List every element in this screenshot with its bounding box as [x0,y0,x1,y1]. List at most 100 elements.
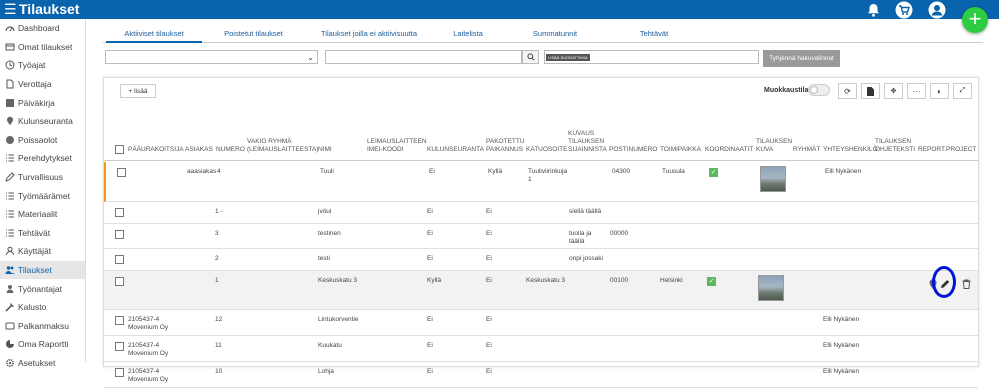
sidebar-item-omat-tilaukset[interactable]: Omat tilaukset [0,38,85,57]
sidebar-item-turvallisuus[interactable]: Turvallisuus [0,168,85,187]
cell-yhteyshenkilo: Elli Nykänen [825,168,862,175]
table-row[interactable]: 2105437-4 Movenium Oy 11 Kuukatu Ei Ei Elli N… [104,336,978,362]
fullscreen-icon: ⤢ [959,87,966,94]
col-nimi[interactable]: Nimi [318,146,366,154]
table-row[interactable]: 1 Keskuskatu 3 Kyllä Ei Keskuskatu 3 00100 Hel… [104,266,978,310]
sidebar-item-kulunseuranta[interactable]: Kulunseuranta [0,112,85,131]
search-button[interactable] [522,50,539,64]
sidebar-item-label: Turvallisuus [18,172,64,183]
cell-pakotettu: Ei [486,277,492,284]
order-photo-thumbnail[interactable] [758,275,784,301]
sidebar-item-dashboard[interactable]: Dashboard [0,19,85,38]
cell-kulunseuranta: Ei [427,368,433,375]
cell-kuvaus: onpi jossaki [569,255,603,262]
tab-device-list[interactable]: Laitelista [443,29,493,38]
table-row[interactable]: aaasiakas 4 Tuuli Ei Kyllä Tuuliviirinkuja 1 0… [104,162,978,202]
col-ohjeteksti[interactable]: Tilauksen ohjeteksti [875,138,915,154]
tab-deleted-orders[interactable]: Poistetut tilaukset [216,29,291,38]
col-kuvaus[interactable]: Kuvaus tilauksen sijainnista [568,130,608,154]
col-koordinaatit[interactable]: Koordinaatit [705,146,755,154]
filter-tag-field[interactable]: LISÄÄ SUODATTIMIA [544,50,759,64]
sidebar-item-työnantajat[interactable]: Työnantajat [0,279,85,298]
sidebar-item-oma-raportti[interactable]: Oma Raportti [0,335,85,354]
col-kuva[interactable]: Tilauksen kuva [756,138,792,154]
hamburger-menu-icon[interactable]: ☰ [4,2,17,16]
col-vakio-ryhma[interactable]: Vakio ryhmä (leimauslaitteesta) [247,138,318,154]
row-checkbox[interactable] [115,342,124,351]
sidebar-item-kalusto[interactable]: Kalusto [0,298,85,317]
clear-filters-button[interactable]: Tyhjennä hakuvalinnat [763,50,840,67]
edit-mode-label: Muokkaustila [764,87,809,94]
filter-select[interactable]: ⌄ [105,50,318,64]
col-katuosoite[interactable]: Katuosoite [526,146,567,154]
sidebar-item-perehdytykset[interactable]: Perehdytykset [0,149,85,168]
cart-icon[interactable] [895,1,913,19]
sidebar-item-poissaolot[interactable]: Poissaolot [0,131,85,150]
row-checkbox[interactable] [115,277,124,286]
bell-icon[interactable] [864,1,882,19]
table-row[interactable]: 1 - jvöui Ei Ei siellä täällä [104,202,978,224]
order-photo-thumbnail[interactable] [760,166,786,192]
payroll-icon [4,320,15,331]
sidebar-item-label: Päiväkirja [18,97,55,108]
page-title: Tilaukset [19,1,80,17]
sidebar-item-tilaukset[interactable]: Tilaukset [0,260,85,280]
add-fab-button[interactable]: + [962,7,988,33]
refresh-button[interactable]: ⟳ [838,83,857,99]
cell-postinumero: 00000 [610,230,629,237]
col-ryhmat[interactable]: Ryhmät [793,146,823,154]
col-paaurakoitsija[interactable]: Pääurakoitsija [128,146,184,154]
col-imei[interactable]: Leimauslaitteen IMEI-koodi [367,138,427,154]
sidebar-item-materiaalit[interactable]: Materiaalit [0,205,85,224]
col-postinumero[interactable]: Postinumero [609,146,659,154]
row-checkbox[interactable] [117,168,126,177]
top-bar: ☰ Tilaukset [0,0,999,19]
map-button[interactable]: ◐ [930,83,949,99]
cell-kulunseuranta: Ei [429,168,435,175]
tab-inactive-orders[interactable]: Tilaukset joilla ei aktiivisuutta [305,29,433,38]
fullscreen-button[interactable]: ⤢ [953,83,972,99]
table-row[interactable]: 3 testinen Ei Ei tuolla ja täällä 00000 [104,224,978,249]
row-checkbox[interactable] [115,230,124,239]
tab-sum-hours[interactable]: Summatunnit [523,29,587,38]
col-numero[interactable]: Numero [216,146,246,154]
filter-tag[interactable]: LISÄÄ SUODATTIMIA [546,54,590,61]
row-checkbox[interactable] [115,208,124,217]
add-order-button[interactable]: + lisää [120,84,156,98]
row-checkbox[interactable] [115,368,124,377]
user-avatar-icon[interactable] [928,1,946,19]
clock-icon [4,60,15,71]
more-button[interactable]: ··· [907,83,926,99]
tax-icon [4,79,15,90]
table-row[interactable]: 2105437-4 Movenium Oy 12 Lintukorventie Ei E… [104,310,978,336]
col-report-project[interactable]: Report.project [918,146,976,154]
col-asiakas[interactable]: Asiakas [185,146,215,154]
col-yhteyshenkilo[interactable]: Yhteyshenkilö [823,146,878,154]
tab-tasks[interactable]: Tehtävät [630,29,678,38]
sidebar-item-asetukset[interactable]: Asetukset [0,354,85,373]
sidebar-item-käyttäjät[interactable]: Käyttäjät [0,242,85,261]
sidebar-item-verottaja[interactable]: Verottaja [0,75,85,94]
sidebar-item-tehtävät[interactable]: Tehtävät [0,224,85,243]
row-checkbox[interactable] [115,255,124,264]
col-pakotettu[interactable]: Pakotettu paikannus [486,138,526,154]
sidebar-item-päiväkirja[interactable]: Päiväkirja [0,93,85,112]
table-row[interactable]: 2 testi Ei Ei onpi jossaki [104,249,978,271]
row-checkbox[interactable] [115,316,124,325]
search-input[interactable] [325,50,522,64]
col-toimipaikka[interactable]: Toimipaikka [660,146,704,154]
diary-icon [4,97,15,108]
export-button[interactable] [861,83,880,99]
columns-button[interactable]: ✥ [884,83,903,99]
sidebar-item-työmäärämet[interactable]: Työmäärämet [0,186,85,205]
tab-active-orders[interactable]: Aktiiviset tilaukset [106,29,202,43]
edit-mode-toggle[interactable] [808,84,830,96]
sidebar-item-palkanmaksu[interactable]: Palkanmaksu [0,317,85,336]
table-row[interactable]: 2105437-4 Movenium Oy 10 Lohja Ei Ei Elli Nyk… [104,362,978,388]
sidebar-item-työajat[interactable]: Työajat [0,56,85,75]
cell-numero: 11 [215,342,222,349]
cell-kuvaus: tuolla ja täällä [569,230,592,245]
select-all-checkbox[interactable] [115,145,124,154]
col-kulunseuranta[interactable]: Kulunseuranta [427,146,485,154]
trash-icon[interactable] [962,276,973,289]
